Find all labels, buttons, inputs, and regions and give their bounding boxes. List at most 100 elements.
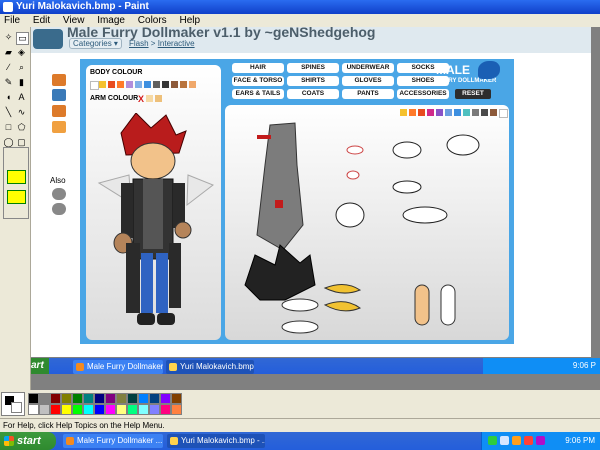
tool-options[interactable] (3, 147, 29, 219)
polygon-icon[interactable]: ⬠ (16, 122, 27, 133)
palette-color-swatch[interactable] (105, 393, 116, 404)
category-button-accessories[interactable]: ACCESSORIES (397, 89, 449, 99)
palette-color-swatch[interactable] (116, 404, 127, 415)
palette-color-swatch[interactable] (171, 393, 182, 404)
colour-swatch[interactable] (162, 81, 169, 88)
category-button-underwear[interactable]: UNDERWEAR (342, 63, 394, 73)
start-button[interactable]: start (0, 432, 56, 450)
menu-file[interactable]: File (4, 15, 20, 26)
colour-swatch[interactable] (189, 81, 196, 88)
site-action-icon[interactable] (52, 89, 66, 101)
breadcrumb-interactive[interactable]: Interactive (158, 39, 195, 48)
secondary-color-swatch[interactable] (11, 402, 22, 413)
palette-color-swatch[interactable] (127, 404, 138, 415)
category-button-coats[interactable]: COATS (287, 89, 339, 99)
breadcrumb-flash[interactable]: Flash (129, 39, 149, 48)
palette-color-swatch[interactable] (72, 404, 83, 415)
palette-color-swatch[interactable] (50, 393, 61, 404)
palette-color-swatch[interactable] (127, 393, 138, 404)
palette-color-swatch[interactable] (83, 404, 94, 415)
pencil-icon[interactable]: ✎ (3, 77, 14, 88)
palette-color-swatch[interactable] (105, 404, 116, 415)
colour-swatch[interactable] (117, 81, 124, 88)
palette-color-swatch[interactable] (39, 393, 50, 404)
line-icon[interactable]: ╲ (3, 107, 14, 118)
palette-color-swatch[interactable] (160, 393, 171, 404)
taskbar-item-dollmaker[interactable]: Male Furry Dollmaker ... (63, 434, 163, 448)
site-action-icon[interactable] (52, 105, 66, 117)
palette-color-swatch[interactable] (149, 404, 160, 415)
feet-options[interactable] (414, 284, 456, 326)
palette-color-swatch[interactable] (138, 404, 149, 415)
site-action-icon[interactable] (52, 74, 66, 86)
curve-icon[interactable]: ∿ (16, 107, 27, 118)
tray-network-icon[interactable] (488, 436, 497, 445)
window-title-bar[interactable]: Yuri Malokavich.bmp - Paint (0, 0, 600, 14)
magnifier-icon[interactable]: ⌕ (16, 62, 27, 73)
colour-swatch[interactable] (171, 81, 178, 88)
brush-icon[interactable]: ▮ (16, 77, 27, 88)
colour-swatch[interactable] (153, 81, 160, 88)
palette-color-swatch[interactable] (116, 393, 127, 404)
pick-color-icon[interactable]: ∕ (3, 62, 14, 73)
tray-app-icon[interactable] (536, 436, 545, 445)
arm-colour-clear-icon[interactable]: X (138, 94, 144, 104)
rectangle-icon[interactable]: □ (3, 122, 14, 133)
categories-button[interactable]: Categories ▾ (69, 38, 122, 49)
category-button-ears-tails[interactable]: EARS & TAILS (232, 89, 284, 99)
dollmaker-frame[interactable]: BODY COLOUR ARM COLOUR X HAIR SPINES UND… (80, 59, 514, 344)
colour-swatch[interactable] (144, 81, 151, 88)
palette-color-swatch[interactable] (160, 404, 171, 415)
eye-options[interactable] (335, 134, 480, 228)
palette-color-swatch[interactable] (72, 393, 83, 404)
palette-color-swatch[interactable] (39, 404, 50, 415)
palette-color-swatch[interactable] (28, 404, 39, 415)
current-colors[interactable] (1, 392, 25, 416)
colour-swatch[interactable] (108, 81, 115, 88)
eraser-icon[interactable]: ▰ (3, 47, 14, 58)
select-icon[interactable]: ▭ (16, 32, 29, 45)
palette-color-swatch[interactable] (94, 393, 105, 404)
colour-swatch[interactable] (126, 81, 133, 88)
category-button-face-torso[interactable]: FACE & TORSO (232, 76, 284, 86)
category-button-pants[interactable]: PANTS (342, 89, 394, 99)
menu-edit[interactable]: Edit (33, 15, 50, 26)
text-icon[interactable]: A (16, 92, 27, 103)
palette-color-swatch[interactable] (61, 393, 72, 404)
palette-color-swatch[interactable] (61, 404, 72, 415)
drawing-canvas[interactable]: Male Furry Dollmaker v1.1 by ~geNShedgeh… (31, 24, 591, 357)
tray-volume-icon[interactable] (500, 436, 509, 445)
colour-swatch[interactable] (155, 95, 162, 102)
fill-icon[interactable]: ◈ (16, 47, 27, 58)
palette-color-swatch[interactable] (50, 404, 61, 415)
palette-color-swatch[interactable] (83, 393, 94, 404)
site-action-icon[interactable] (52, 203, 66, 215)
colour-swatch[interactable] (99, 81, 106, 88)
palette-color-swatch[interactable] (149, 393, 160, 404)
colour-swatch[interactable] (135, 81, 142, 88)
tray-security-icon[interactable] (524, 436, 533, 445)
palette-color-swatch[interactable] (28, 393, 39, 404)
category-button-gloves[interactable]: GLOVES (342, 76, 394, 86)
coat-item[interactable] (256, 122, 304, 251)
taskbar-item-paint[interactable]: Yuri Malokavich.bmp - ... (167, 434, 265, 448)
category-button-shirts[interactable]: SHIRTS (287, 76, 339, 86)
site-action-icon[interactable] (52, 188, 66, 200)
canvas-area[interactable]: Male Furry Dollmaker v1.1 by ~geNShedgeh… (31, 24, 600, 390)
reset-button[interactable]: RESET (455, 89, 491, 99)
palette-color-swatch[interactable] (138, 393, 149, 404)
colour-swatch[interactable] (180, 81, 187, 88)
category-button-hair[interactable]: HAIR (232, 63, 284, 73)
palette-color-swatch[interactable] (94, 404, 105, 415)
transparent-select-icon[interactable] (7, 170, 26, 184)
airbrush-icon[interactable]: ◖ (3, 92, 14, 103)
palette-color-swatch[interactable] (171, 404, 182, 415)
opaque-select-icon[interactable] (7, 190, 26, 204)
tray-app-icon[interactable] (512, 436, 521, 445)
colour-swatch[interactable] (146, 95, 153, 102)
free-form-select-icon[interactable]: ✧ (3, 32, 14, 43)
category-button-spines[interactable]: SPINES (287, 63, 339, 73)
colour-swatch[interactable] (90, 81, 99, 90)
site-action-icon[interactable] (52, 121, 66, 133)
hair-item[interactable] (244, 244, 316, 301)
